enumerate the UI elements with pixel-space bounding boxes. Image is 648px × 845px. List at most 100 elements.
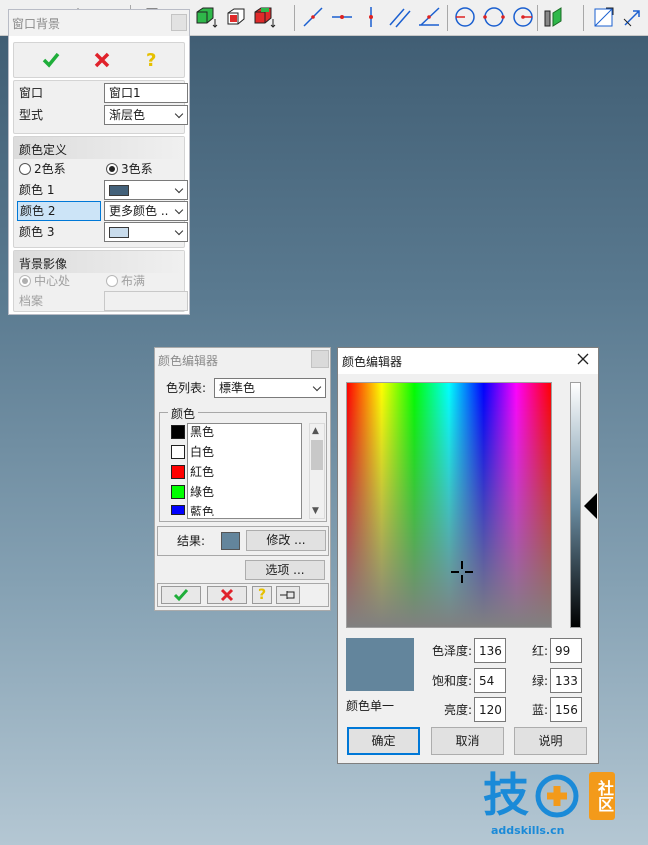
radio-icon: [106, 275, 118, 287]
large-color-editor: 颜色编辑器 颜色单一 色泽度: 136 饱和度: 54 亮度: 120 红: 9…: [337, 347, 599, 764]
parallel-line-icon[interactable]: [387, 4, 413, 30]
color-group: 颜色 ▲ ▼ 黑色 白色 紅色 綠色 藍色: [159, 405, 327, 522]
window-field[interactable]: 窗口1: [104, 83, 188, 103]
cube-green-arrow-icon[interactable]: [194, 4, 220, 30]
color3-swatch: [109, 227, 129, 238]
list-item[interactable]: 黑色: [190, 422, 214, 442]
color1-dropdown[interactable]: [104, 180, 188, 200]
window-style-section: 窗口 窗口1 型式 渐层色: [13, 80, 188, 134]
window-background-panel: 窗口背景 ? 窗口 窗口1 型式 渐层色 颜色定义 2色系 3色系 颜色 1 颜…: [8, 9, 190, 315]
list-item[interactable]: 白色: [190, 442, 214, 462]
ok-check-button[interactable]: [161, 586, 201, 604]
swatch-red: [171, 465, 185, 479]
radio-2-colors[interactable]: 2色系: [19, 159, 66, 179]
help-question-button[interactable]: ?: [252, 586, 272, 604]
color1-label: 颜色 1: [19, 183, 55, 197]
wall-icon[interactable]: [540, 4, 566, 30]
cancel-button[interactable]: 取消: [431, 727, 504, 755]
color2-label: 颜色 2: [17, 201, 101, 221]
file-field[interactable]: [104, 291, 188, 311]
list-item[interactable]: 紅色: [190, 462, 214, 482]
color2-value: 更多颜色 ..: [109, 204, 169, 218]
confirm-check-icon[interactable]: [42, 52, 60, 71]
vertical-line-icon[interactable]: [358, 4, 384, 30]
large-editor-title: 颜色编辑器: [338, 348, 598, 374]
green-label: 绿:: [531, 674, 548, 688]
saturation-label: 饱和度:: [431, 674, 472, 688]
crosshair-icon: [451, 561, 473, 583]
circle-icon[interactable]: [481, 4, 507, 30]
swatch-green: [171, 485, 185, 499]
radio-3-colors[interactable]: 3色系: [106, 159, 153, 179]
scroll-up-icon[interactable]: ▲: [312, 426, 319, 436]
luminance-label: 亮度:: [443, 703, 472, 717]
watermark-url: addskills.cn: [491, 824, 565, 837]
pin-icon: [280, 591, 295, 599]
options-button[interactable]: 选项 ...: [245, 560, 325, 580]
scrollbar-thumb[interactable]: [311, 440, 323, 470]
help-button[interactable]: 说明: [514, 727, 587, 755]
color-definition-section: 颜色定义 2色系 3色系 颜色 1 颜色 2 更多颜色 .. 颜色 3: [13, 136, 188, 248]
solid-color-label: 颜色单一: [346, 699, 395, 713]
ok-button[interactable]: 确定: [347, 727, 420, 755]
radio-3-label: 3色系: [121, 162, 153, 176]
result-swatch: [221, 532, 240, 550]
toolbar-separator: [294, 5, 295, 31]
red-input[interactable]: 99: [550, 638, 582, 663]
close-icon[interactable]: [576, 352, 590, 369]
color2-dropdown[interactable]: 更多颜色 ..: [104, 201, 188, 221]
radio-selected-icon: [19, 275, 31, 287]
color-definition-title: 颜色定义: [14, 137, 184, 159]
cursor-icon[interactable]: [620, 4, 646, 30]
list-item[interactable]: 綠色: [190, 482, 214, 502]
watermark-logo: 技 社区 addskills.cn: [483, 770, 643, 842]
small-color-editor: 颜色编辑器 色列表: 標準色 颜色 ▲ ▼ 黑色 白色 紅色 綠色 藍色 结果:…: [154, 347, 331, 611]
help-question-icon[interactable]: ?: [146, 50, 156, 71]
close-icon[interactable]: [311, 350, 329, 368]
swatch-blue: [171, 505, 185, 515]
modify-button[interactable]: 修改 ...: [246, 530, 326, 551]
style-dropdown[interactable]: 渐层色: [104, 105, 188, 125]
color-list-dropdown[interactable]: 標準色: [214, 378, 326, 398]
watermark-big-char: 技: [483, 768, 529, 822]
cancel-x-icon[interactable]: [94, 52, 110, 71]
cube-arrow-icon[interactable]: [252, 4, 278, 30]
hue-input[interactable]: 136: [474, 638, 506, 663]
green-input[interactable]: 133: [550, 668, 582, 693]
luminance-pointer-icon[interactable]: [584, 493, 598, 519]
color-list-label: 色列表:: [166, 381, 207, 395]
color-list-value: 標準色: [219, 381, 256, 395]
luminance-input[interactable]: 120: [474, 697, 506, 722]
radio-center[interactable]: 中心处: [19, 271, 70, 291]
radio-fill[interactable]: 布满: [106, 271, 145, 291]
circle-left-icon[interactable]: [452, 4, 478, 30]
window-label: 窗口: [19, 86, 44, 100]
saturation-input[interactable]: 54: [474, 668, 506, 693]
plus-circle-icon: [535, 774, 579, 818]
scroll-down-icon[interactable]: ▼: [312, 506, 319, 516]
small-editor-actions: ?: [157, 583, 329, 607]
angle-line-icon[interactable]: [416, 4, 442, 30]
color1-swatch: [109, 185, 129, 196]
grid-icon[interactable]: [591, 4, 617, 30]
line-mid-icon[interactable]: [329, 4, 355, 30]
cancel-x-button[interactable]: [207, 586, 247, 604]
watermark-side-text: 社区: [589, 772, 615, 820]
listbox-scrollbar[interactable]: ▲ ▼: [309, 423, 325, 519]
circle-dot-icon[interactable]: [510, 4, 536, 30]
toolbar-separator: [447, 5, 448, 31]
line-icon[interactable]: [300, 4, 326, 30]
blue-input[interactable]: 156: [550, 697, 582, 722]
luminance-bar[interactable]: [570, 382, 581, 628]
pin-button[interactable]: [276, 586, 300, 604]
toolbar-separator: [583, 5, 584, 31]
radio-icon: [19, 163, 31, 175]
radio-2-label: 2色系: [34, 162, 66, 176]
panel-actions: ?: [13, 42, 185, 78]
cube-red-icon[interactable]: [223, 4, 249, 30]
close-icon[interactable]: [171, 14, 187, 31]
color3-dropdown[interactable]: [104, 222, 188, 242]
color-spectrum[interactable]: [346, 382, 552, 628]
list-item[interactable]: 藍色: [190, 502, 214, 516]
swatch-white: [171, 445, 185, 459]
